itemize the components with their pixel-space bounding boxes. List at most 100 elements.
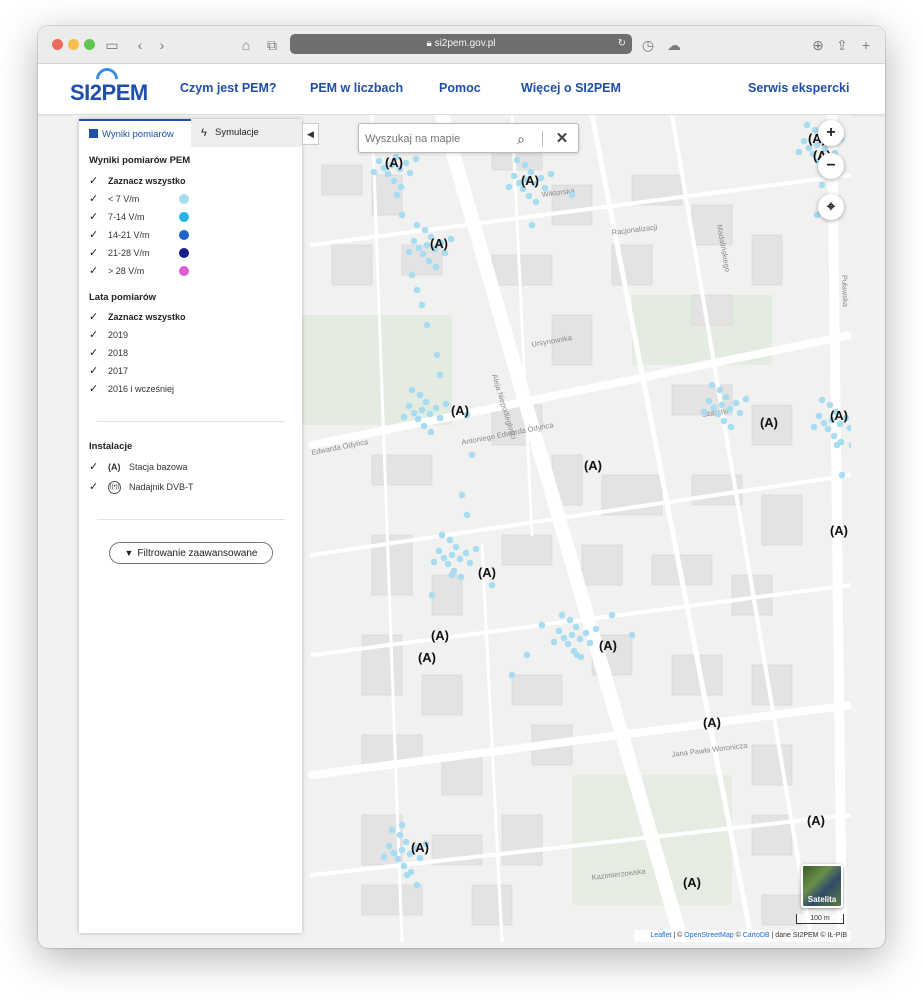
zoom-in-button[interactable]: + bbox=[818, 120, 844, 146]
measurement-point[interactable] bbox=[448, 571, 456, 579]
measurement-point[interactable] bbox=[550, 638, 558, 646]
base-station-marker[interactable]: (A) bbox=[431, 628, 449, 643]
base-station-marker[interactable]: (A) bbox=[411, 840, 429, 855]
measurement-point[interactable] bbox=[824, 425, 832, 433]
measurement-point[interactable] bbox=[396, 831, 404, 839]
new-tab-icon[interactable]: + bbox=[856, 35, 876, 55]
measurement-point[interactable] bbox=[820, 419, 828, 427]
measurement-point[interactable] bbox=[586, 639, 594, 647]
level-filter-row[interactable]: ✓ > 28 V/m bbox=[89, 263, 289, 279]
measurement-point[interactable] bbox=[466, 559, 474, 567]
years-select-all[interactable]: ✓ Zaznacz wszystko bbox=[89, 309, 289, 325]
measurement-point[interactable] bbox=[458, 491, 466, 499]
measurement-point[interactable] bbox=[705, 397, 713, 405]
base-station-marker[interactable]: (A) bbox=[599, 638, 617, 653]
measurement-point[interactable] bbox=[384, 170, 392, 178]
measurement-point[interactable] bbox=[523, 651, 531, 659]
measurement-point[interactable] bbox=[446, 536, 454, 544]
measurement-point[interactable] bbox=[463, 511, 471, 519]
share-icon[interactable]: ⇪ bbox=[832, 35, 852, 55]
measurement-point[interactable] bbox=[432, 404, 440, 412]
measurement-point[interactable] bbox=[803, 121, 811, 129]
year-filter-row[interactable]: ✓ 2018 bbox=[89, 345, 289, 361]
measurement-point[interactable] bbox=[430, 558, 438, 566]
measurement-point[interactable] bbox=[568, 631, 576, 639]
measurement-point[interactable] bbox=[456, 555, 464, 563]
measurement-point[interactable] bbox=[435, 547, 443, 555]
measurement-point[interactable] bbox=[566, 616, 574, 624]
measurement-point[interactable] bbox=[564, 640, 572, 648]
measurement-point[interactable] bbox=[525, 192, 533, 200]
measurement-point[interactable] bbox=[442, 400, 450, 408]
measurement-point[interactable] bbox=[700, 408, 708, 416]
measurement-point[interactable] bbox=[833, 441, 841, 449]
measurement-point[interactable] bbox=[390, 849, 398, 857]
measurement-point[interactable] bbox=[447, 235, 455, 243]
measurement-point[interactable] bbox=[846, 424, 851, 432]
measurement-point[interactable] bbox=[427, 428, 435, 436]
measurement-point[interactable] bbox=[418, 301, 426, 309]
measurement-point[interactable] bbox=[462, 549, 470, 557]
measurement-point[interactable] bbox=[628, 631, 636, 639]
measurement-point[interactable] bbox=[394, 855, 402, 863]
measurement-point[interactable] bbox=[736, 409, 744, 417]
measurement-point[interactable] bbox=[412, 155, 420, 163]
locate-me-icon[interactable]: ⌖ bbox=[818, 194, 844, 220]
measurement-point[interactable] bbox=[413, 221, 421, 229]
measurement-point[interactable] bbox=[513, 156, 521, 164]
address-bar[interactable]: 🔒︎ si2pem.gov.pl ↻ bbox=[290, 34, 632, 54]
measurement-point[interactable] bbox=[398, 821, 406, 829]
cloud-icon[interactable]: ☁ bbox=[664, 35, 684, 55]
measurement-point[interactable] bbox=[423, 321, 431, 329]
close-window-button[interactable] bbox=[52, 39, 63, 50]
measurement-point[interactable] bbox=[472, 545, 480, 553]
measurement-point[interactable] bbox=[406, 169, 414, 177]
search-icon[interactable]: ⌕ bbox=[511, 129, 531, 149]
measurement-point[interactable] bbox=[795, 148, 803, 156]
measurement-point[interactable] bbox=[398, 211, 406, 219]
carto-link[interactable]: CartoDB bbox=[743, 932, 770, 939]
measurement-point[interactable] bbox=[582, 629, 590, 637]
collapse-panel-button[interactable]: ◀ bbox=[302, 123, 319, 145]
level-filter-row[interactable]: ✓ 21-28 V/m bbox=[89, 245, 289, 261]
measurement-point[interactable] bbox=[710, 404, 718, 412]
close-icon[interactable]: ✕ bbox=[552, 129, 572, 149]
base-station-marker[interactable]: (A) bbox=[830, 523, 848, 538]
nav-wiecej-o-si2pem[interactable]: Więcej o SI2PEM bbox=[521, 81, 621, 95]
installation-dvbt[interactable]: ✓ ((•)) Nadajnik DVB-T bbox=[89, 479, 289, 495]
measurement-point[interactable] bbox=[608, 611, 616, 619]
measurement-point[interactable] bbox=[818, 181, 826, 189]
measurement-point[interactable] bbox=[727, 423, 735, 431]
measurement-point[interactable] bbox=[558, 611, 566, 619]
level-filter-row[interactable]: ✓ 14-21 V/m bbox=[89, 227, 289, 243]
nav-serwis-ekspercki[interactable]: Serwis ekspercki bbox=[748, 81, 849, 95]
base-station-marker[interactable]: (A) bbox=[385, 155, 403, 170]
measurement-point[interactable] bbox=[400, 862, 408, 870]
level-filter-row[interactable]: ✓ < 7 V/m bbox=[89, 191, 289, 207]
measurement-point[interactable] bbox=[714, 410, 722, 418]
osm-link[interactable]: OpenStreetMap bbox=[684, 932, 733, 939]
measurement-point[interactable] bbox=[408, 386, 416, 394]
measurement-point[interactable] bbox=[419, 250, 427, 258]
home-icon[interactable]: ⌂ bbox=[236, 35, 256, 55]
measurement-point[interactable] bbox=[452, 543, 460, 551]
measurement-point[interactable] bbox=[532, 198, 540, 206]
minimize-window-button[interactable] bbox=[68, 39, 79, 50]
measurement-point[interactable] bbox=[393, 191, 401, 199]
results-select-all[interactable]: ✓ Zaznacz wszystko bbox=[89, 173, 289, 189]
measurement-point[interactable] bbox=[848, 441, 851, 449]
measurement-point[interactable] bbox=[818, 396, 826, 404]
base-station-marker[interactable]: (A) bbox=[830, 408, 848, 423]
leaflet-link[interactable]: Leaflet bbox=[650, 932, 671, 939]
measurement-point[interactable] bbox=[400, 413, 408, 421]
base-station-marker[interactable]: (A) bbox=[478, 565, 496, 580]
base-station-marker[interactable]: (A) bbox=[807, 813, 825, 828]
measurement-point[interactable] bbox=[440, 554, 448, 562]
measurement-point[interactable] bbox=[815, 412, 823, 420]
measurement-point[interactable] bbox=[718, 401, 726, 409]
measurement-point[interactable] bbox=[432, 263, 440, 271]
downloads-icon[interactable]: ⊕ bbox=[808, 35, 828, 55]
measurement-point[interactable] bbox=[726, 405, 734, 413]
measurement-point[interactable] bbox=[438, 531, 446, 539]
base-station-marker[interactable]: (A) bbox=[584, 458, 602, 473]
